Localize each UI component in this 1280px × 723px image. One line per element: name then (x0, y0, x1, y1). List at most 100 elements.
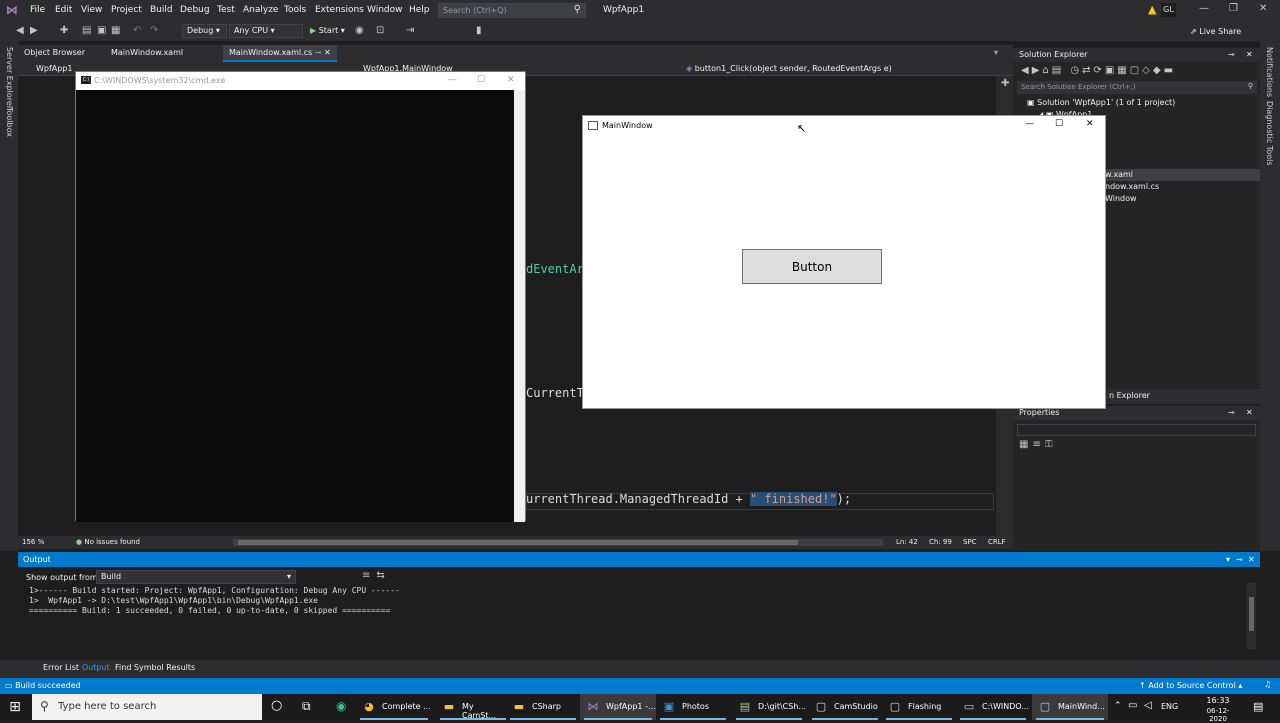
camera-icon[interactable]: ⊡ (376, 25, 384, 36)
tab-mainwindow-xaml-cs[interactable]: MainWindow.xaml.cs ⊸ ✕ (223, 45, 337, 62)
task-visual-studio[interactable]: ⋈ WpfApp1 -... (580, 694, 656, 720)
member-dropdown[interactable]: ◈ button1_Click(object sender, RoutedEve… (686, 64, 892, 73)
app-icon[interactable]: ◉ (336, 699, 346, 713)
configuration-dropdown[interactable]: Debug ▾ (182, 24, 227, 38)
output-scrollbar[interactable] (1247, 583, 1256, 649)
warning-icon[interactable]: ▲ (1148, 3, 1156, 16)
windows-start-icon[interactable]: ⊞ (0, 694, 30, 720)
tab-mainwindow-xaml[interactable]: MainWindow.xaml (111, 48, 183, 57)
zoom-level[interactable]: 156 % (22, 538, 44, 546)
task-flashing[interactable]: ▢ Flashing (882, 694, 956, 720)
bookmark-icon[interactable]: ▮ (476, 25, 482, 36)
cmd-console-area[interactable] (76, 90, 514, 522)
task-notepad[interactable]: ▤ D:\git\CSh... (732, 694, 806, 720)
task-chrome[interactable]: ◕ Complete ... (356, 694, 432, 720)
menu-edit[interactable]: Edit (55, 5, 72, 15)
output-source-dropdown[interactable]: Build ▾ (96, 570, 296, 584)
tab-error-list[interactable]: Error List (43, 663, 79, 672)
platform-dropdown[interactable]: Any CPU ▾ (229, 24, 303, 38)
tab-list-icon[interactable]: ▾ (994, 48, 998, 57)
tab-close-icon[interactable]: ✕ (324, 48, 331, 57)
search-input[interactable]: Search (Ctrl+Q) ⚲ (438, 3, 586, 18)
task-photos[interactable]: ▣ Photos (656, 694, 730, 720)
tree-item-xaml[interactable]: w.xaml (1093, 169, 1260, 181)
menu-extensions[interactable]: Extensions (315, 5, 364, 15)
cmd-title-bar[interactable]: C:\ C:\WINDOWS\system32\cmd.exe — ☐ ✕ (76, 72, 525, 90)
minimize-icon[interactable]: — (448, 75, 457, 85)
language-indicator[interactable]: ENG (1161, 702, 1178, 711)
save-all-icon[interactable]: ▦ (111, 25, 120, 36)
panel-pin-icon[interactable]: ⊸ (1236, 555, 1243, 564)
clock-time[interactable]: 16:33 (1200, 696, 1236, 705)
scrollbar-thumb[interactable] (238, 540, 798, 545)
tab-object-browser[interactable]: Object Browser (24, 48, 85, 57)
menu-test[interactable]: Test (217, 5, 235, 15)
maximize-icon[interactable]: ❐ (1229, 3, 1238, 14)
live-share-button[interactable]: ⇗ Live Share (1190, 27, 1241, 36)
undo-icon[interactable]: ↶ (133, 25, 141, 36)
task-mainwindow[interactable]: ▢ MainWind... (1032, 694, 1108, 720)
save-icon[interactable]: ▣ (97, 25, 106, 36)
open-folder-icon[interactable]: ▤ (82, 25, 91, 36)
menu-file[interactable]: File (30, 5, 45, 15)
notification-bell-icon[interactable]: ♫ (1264, 680, 1271, 689)
clock-date[interactable]: 06-12-2020 (1198, 707, 1238, 723)
wpf-button[interactable]: Button (742, 249, 882, 284)
action-center-icon[interactable]: ▤ (1253, 700, 1263, 713)
new-project-icon[interactable]: ✚ (60, 25, 68, 36)
avatar[interactable]: GL (1161, 3, 1176, 17)
start-button[interactable]: ▶ Start ▾ (310, 26, 345, 35)
tree-item-xaml-cs[interactable]: ndow.xaml.cs (1105, 182, 1159, 191)
scrollbar-thumb[interactable] (1249, 597, 1254, 631)
properties-object-dropdown[interactable] (1017, 424, 1256, 436)
panel-close-icon[interactable]: ✕ (1246, 408, 1253, 417)
panel-pin-icon[interactable]: ⊸ (1228, 50, 1235, 59)
panel-menu-icon[interactable]: ▾ (1226, 555, 1230, 564)
task-camstudio[interactable]: ▢ CamStudio (808, 694, 882, 720)
task-explorer-csharp[interactable]: ▬ CSharp (506, 694, 580, 720)
split-icon[interactable]: ✚ (1001, 78, 1009, 89)
menu-build[interactable]: Build (150, 5, 173, 15)
cortana-icon[interactable]: ○ (271, 698, 282, 713)
network-icon[interactable]: ▭ (1128, 700, 1137, 711)
close-icon[interactable]: ✕ (507, 75, 515, 85)
horizontal-scrollbar[interactable] (233, 539, 883, 546)
back-icon[interactable]: ◀ (16, 25, 24, 36)
panel-close-icon[interactable]: ✕ (1248, 555, 1255, 564)
solution-search-input[interactable]: Search Solution Explorer (Ctrl+;) ⚲ (1017, 81, 1257, 94)
notifications-tab[interactable]: Notifications (1265, 47, 1274, 97)
menu-project[interactable]: Project (111, 5, 142, 15)
toolbox-tab[interactable]: Toolbox (5, 107, 14, 137)
maximize-icon[interactable]: ☐ (1055, 119, 1063, 129)
task-view-icon[interactable]: ⧉ (302, 699, 311, 714)
menu-window[interactable]: Window (367, 5, 403, 15)
main-window[interactable]: MainWindow — ☐ ✕ Button ↖ (582, 115, 1106, 409)
properties-toolbar[interactable]: ▦≡⚿ (1019, 439, 1056, 450)
menu-view[interactable]: View (81, 5, 102, 15)
diagnostic-tools-tab[interactable]: Diagnostic Tools (1265, 101, 1274, 166)
tab-output[interactable]: Output (82, 663, 110, 672)
minimize-icon[interactable]: — (1025, 119, 1034, 129)
menu-tools[interactable]: Tools (284, 5, 306, 15)
task-cmd[interactable]: ▭ C:\WINDO... (956, 694, 1030, 720)
redo-icon[interactable]: ↷ (150, 25, 158, 36)
menu-analyze[interactable]: Analyze (243, 5, 278, 15)
cmd-window[interactable]: C:\ C:\WINDOWS\system32\cmd.exe — ☐ ✕ (75, 71, 526, 522)
taskbar-search-input[interactable]: ⚲ Type here to search (32, 694, 262, 720)
close-icon[interactable]: ✕ (1259, 3, 1267, 14)
source-control-button[interactable]: ↑ Add to Source Control ▴ (1139, 681, 1242, 690)
solution-explorer-toolbar[interactable]: ◀▶⌂▤ ◷⇄⟳▣▦▢◇◆▬ (1013, 64, 1260, 80)
close-icon[interactable]: ✕ (1086, 119, 1094, 129)
maximize-icon[interactable]: ☐ (477, 75, 485, 85)
step-icon[interactable]: ⇥ (406, 25, 414, 36)
browse-icon[interactable]: ◉ (355, 25, 364, 36)
menu-help[interactable]: Help (409, 5, 430, 15)
pin-icon[interactable]: ⊸ (315, 48, 322, 57)
tree-item-solution[interactable]: ▣ Solution 'WpfApp1' (1 of 1 project) (1027, 98, 1175, 107)
issues-status[interactable]: ● No issues found (76, 538, 140, 546)
tray-chevron-icon[interactable]: ⌃ (1114, 701, 1122, 711)
volume-icon[interactable]: ◁ (1144, 700, 1152, 711)
minimize-icon[interactable]: — (1199, 3, 1209, 14)
panel-close-icon[interactable]: ✕ (1246, 50, 1253, 59)
task-explorer-camstudio[interactable]: ▬ My CamSt... (436, 694, 510, 720)
